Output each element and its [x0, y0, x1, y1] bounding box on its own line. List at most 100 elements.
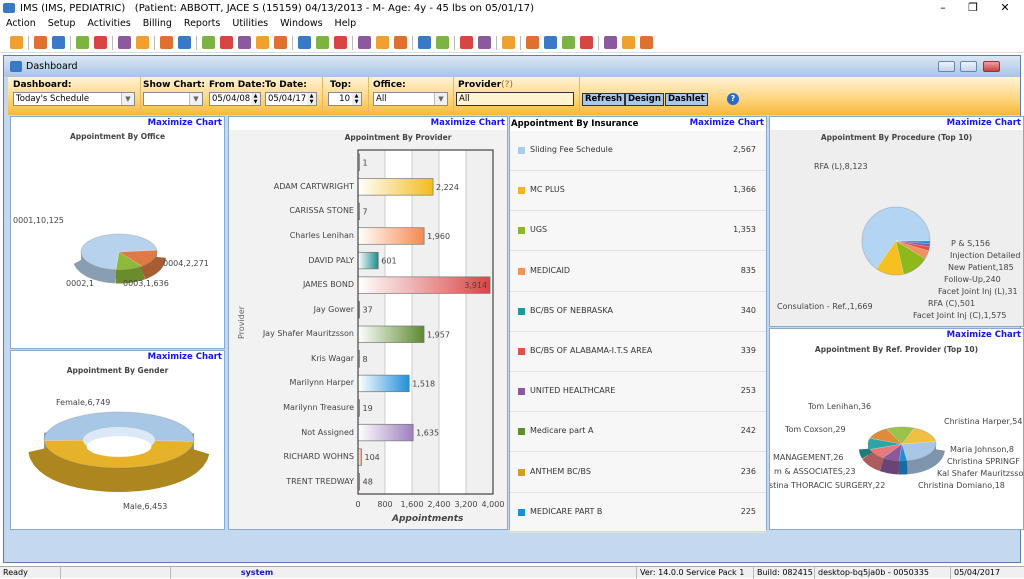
ledger-icon[interactable] [238, 36, 251, 49]
provider-chart-panel: Maximize Chart Appointment By Provider 1… [228, 116, 508, 530]
insurance-row[interactable]: Medicare part A242 [510, 412, 766, 452]
chart-icon[interactable] [460, 36, 473, 49]
flask-icon[interactable] [136, 36, 149, 49]
x-tick-label: 800 [377, 500, 392, 509]
insurance-row[interactable]: Sliding Fee Schedule2,567 [510, 131, 766, 171]
show-chart-select[interactable]: ▼ [143, 92, 203, 106]
inbox-icon[interactable] [394, 36, 407, 49]
help-icon[interactable]: ? [727, 93, 739, 105]
slice-label: Christina Harper,54 [944, 417, 1022, 426]
import-icon[interactable] [526, 36, 539, 49]
dashboard-minimize-button[interactable] [938, 61, 955, 72]
provider-label: RICHARD WOHNS [283, 452, 354, 461]
dashboard-close-button[interactable] [983, 61, 1000, 72]
menu-activities[interactable]: Activities [81, 16, 136, 32]
toolbar-separator [28, 36, 29, 50]
close-button[interactable]: ✕ [990, 0, 1020, 16]
logout-icon[interactable] [640, 36, 653, 49]
calendar-icon[interactable] [298, 36, 311, 49]
provider-bar-chart: 12,22471,9606013,914371,95781,518191,635… [229, 117, 507, 529]
claim-icon[interactable] [274, 36, 287, 49]
send-icon[interactable] [358, 36, 371, 49]
menu-windows[interactable]: Windows [274, 16, 328, 32]
provider-input[interactable]: All [456, 92, 574, 106]
bar-value-label: 7 [363, 207, 368, 216]
checklist-icon[interactable] [436, 36, 449, 49]
dashboard-select[interactable]: Today's Schedule▼ [13, 92, 135, 106]
scheduler-icon[interactable] [316, 36, 329, 49]
dollar-icon[interactable] [202, 36, 215, 49]
provider-label: Jay Shafer Mauritzsson [263, 329, 354, 338]
insurance-row[interactable]: BC/BS OF NEBRASKA340 [510, 292, 766, 332]
insurance-row[interactable]: MC PLUS1,366 [510, 171, 766, 211]
payment-icon[interactable] [220, 36, 233, 49]
menu-billing[interactable]: Billing [137, 16, 178, 32]
spinner-icon[interactable]: ▲▼ [251, 93, 260, 105]
restore-button[interactable]: ❐ [958, 0, 988, 16]
insurance-count: 236 [741, 467, 756, 476]
bar[interactable] [358, 375, 409, 392]
bar-value-label: 1,960 [427, 232, 450, 241]
lock-icon[interactable] [622, 36, 635, 49]
refresh-button[interactable]: Refresh [582, 93, 625, 106]
folder-user-icon[interactable] [478, 36, 491, 49]
insurance-count: 242 [741, 426, 756, 435]
document-icon[interactable] [160, 36, 173, 49]
book-icon[interactable] [502, 36, 515, 49]
from-date-input[interactable]: 05/04/08▲▼ [209, 92, 261, 106]
minimize-button[interactable]: – [928, 0, 958, 16]
insurance-row[interactable]: ANTHEM BC/BS236 [510, 453, 766, 493]
insurance-row[interactable]: MEDICAID835 [510, 252, 766, 292]
menu-setup[interactable]: Setup [42, 16, 82, 32]
fax-icon[interactable] [376, 36, 389, 49]
help-icon[interactable] [604, 36, 617, 49]
provider-hint[interactable]: (?) [501, 80, 513, 90]
bar[interactable] [358, 424, 413, 441]
insurance-row[interactable]: UGS1,353 [510, 211, 766, 251]
folder-icon[interactable] [76, 36, 89, 49]
notepad-icon[interactable] [94, 36, 107, 49]
export-icon[interactable] [544, 36, 557, 49]
maximize-chart-link[interactable]: Maximize Chart [690, 118, 764, 128]
grid-band [358, 150, 385, 494]
dashlet-button[interactable]: Dashlet [665, 93, 708, 106]
office-select[interactable]: All▼ [373, 92, 448, 106]
menu-help[interactable]: Help [329, 16, 363, 32]
insurance-name: UGS [530, 225, 547, 234]
insurance-row[interactable]: BC/BS OF ALABAMA-I.T.S AREA339 [510, 332, 766, 372]
edit-user-icon[interactable] [52, 36, 65, 49]
top-input[interactable]: 10▲▼ [328, 92, 362, 106]
letter-icon[interactable] [334, 36, 347, 49]
x-tick-label: 1,600 [401, 500, 424, 509]
insurance-name: BC/BS OF ALABAMA-I.T.S AREA [530, 346, 652, 355]
users-icon[interactable] [34, 36, 47, 49]
bar[interactable] [358, 252, 378, 269]
billing-icon[interactable] [256, 36, 269, 49]
insurance-row[interactable]: MEDICARE PART B225 [510, 493, 766, 533]
provider-label: Marilynn Harper [290, 378, 354, 387]
menu-action[interactable]: Action [0, 16, 42, 32]
sync-icon[interactable] [562, 36, 575, 49]
bar[interactable] [358, 179, 433, 196]
menu-reports[interactable]: Reports [178, 16, 226, 32]
menu-utilities[interactable]: Utilities [226, 16, 274, 32]
status-blank [60, 567, 170, 579]
spinner-icon[interactable]: ▲▼ [307, 93, 316, 105]
clipboard-icon[interactable] [118, 36, 131, 49]
dashboard-restore-button[interactable] [960, 61, 977, 72]
database-icon[interactable] [580, 36, 593, 49]
app-logo-icon [3, 3, 15, 13]
report-icon[interactable] [418, 36, 431, 49]
spinner-icon[interactable]: ▲▼ [352, 93, 361, 105]
bar[interactable] [358, 326, 424, 343]
legend-swatch [518, 388, 525, 395]
to-date-input[interactable]: 05/04/17▲▼ [265, 92, 317, 106]
form-icon[interactable] [178, 36, 191, 49]
gender-chart-panel: Maximize Chart Appointment By Gender Fem… [10, 350, 225, 530]
bar-value-label: 1 [363, 158, 368, 167]
show-chart-label: Show Chart: [143, 80, 205, 90]
design-button[interactable]: Design [625, 93, 664, 106]
insurance-row[interactable]: UNITED HEALTHCARE253 [510, 372, 766, 412]
user-icon[interactable] [10, 36, 23, 49]
bar[interactable] [358, 228, 424, 245]
